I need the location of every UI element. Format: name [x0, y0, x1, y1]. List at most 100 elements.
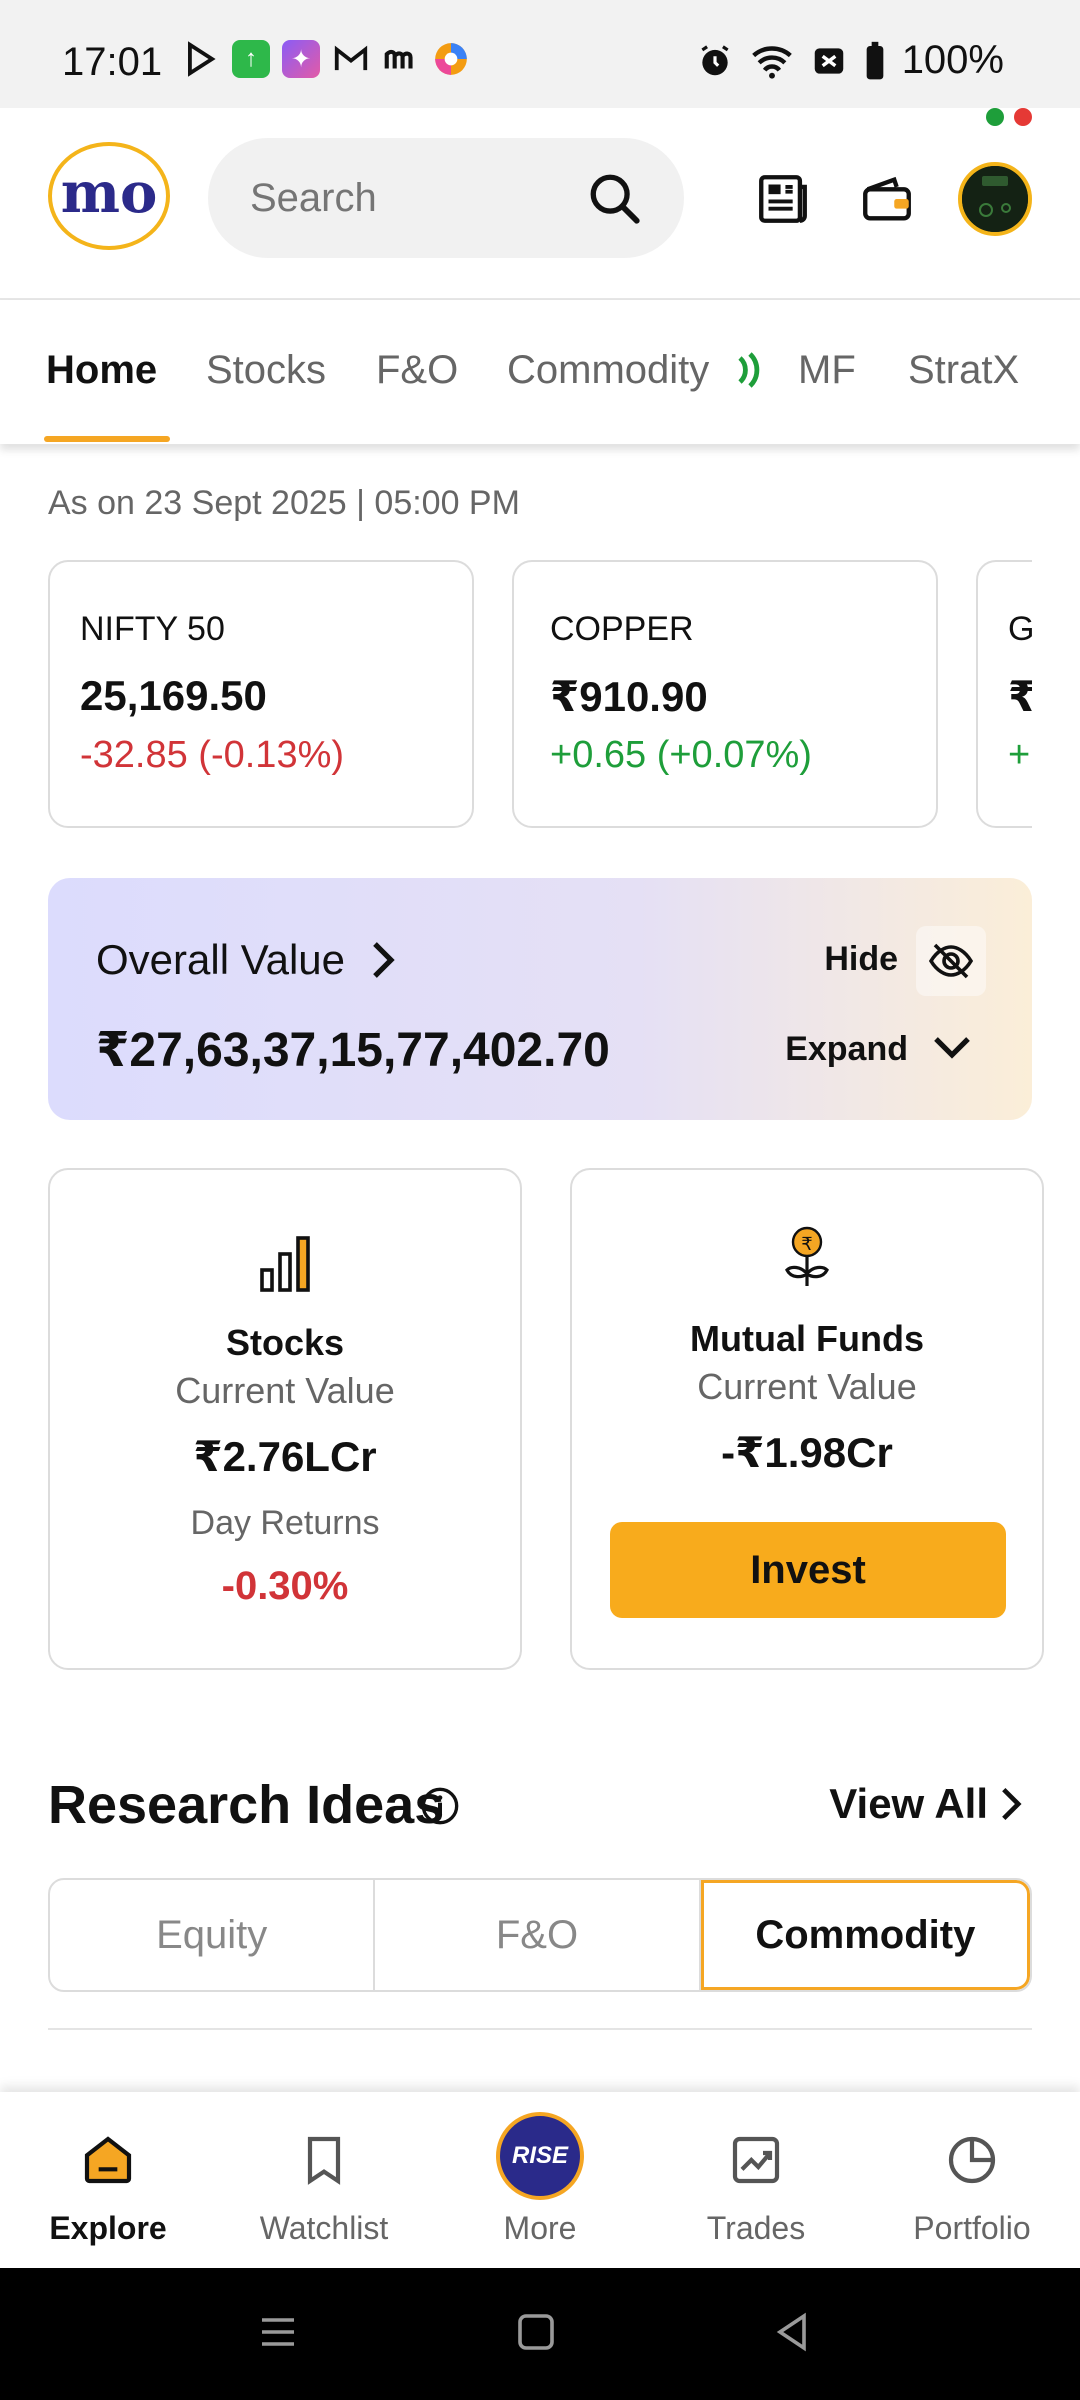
upload-app-icon: ↑ [232, 40, 270, 78]
nav-label: More [503, 2210, 577, 2246]
segment-fno[interactable]: F&O [375, 1880, 701, 1990]
top-tabs: Home Stocks F&O Commodity MF StratX [0, 300, 1080, 444]
money-plant-icon: ₹ [785, 1226, 829, 1286]
ticker-change: + [1008, 734, 1031, 776]
bar-chart-icon [260, 1236, 310, 1292]
stocks-card[interactable]: Stocks Current Value ₹2.76LCr Day Return… [48, 1168, 522, 1670]
nav-trades[interactable]: Trades [648, 2092, 864, 2268]
research-segment-control: Equity F&O Commodity [48, 1878, 1032, 1992]
ticker-name: NIFTY 50 [80, 610, 225, 648]
ticker-change: -32.85 (-0.13%) [80, 734, 345, 776]
overall-value-card[interactable]: Overall Value ₹27,63,37,15,77,402.70 Hid… [48, 878, 1032, 1120]
ticker-name: G [1008, 610, 1032, 648]
ticker-price: ₹910.90 [550, 673, 708, 720]
messenger-icon: ✦ [282, 40, 320, 78]
nav-explore[interactable]: Explore [0, 2092, 216, 2268]
mf-current-value: -₹1.98Cr [721, 1429, 893, 1476]
alert-status-dot [1014, 108, 1032, 126]
trades-chart-icon [732, 2136, 780, 2184]
ticker-card[interactable]: COPPER ₹910.90 +0.65 (+0.07%) [512, 560, 938, 828]
tab-stratx[interactable]: StratX [908, 348, 1019, 393]
stocks-title: Stocks [225, 1322, 345, 1363]
segment-equity[interactable]: Equity [50, 1880, 376, 1990]
nav-label: Explore [49, 2210, 167, 2246]
search-bar[interactable] [208, 138, 684, 258]
svg-text:₹: ₹ [801, 1234, 812, 1255]
chevron-down-icon[interactable] [932, 1032, 972, 1062]
chevron-right-icon[interactable] [366, 940, 400, 980]
status-bar: 17:01 ↑ ✦ 100% [0, 0, 1080, 108]
mf-current-label: Current Value [697, 1366, 917, 1407]
ticker-strip: NIFTY 50 25,169.50 -32.85 (-0.13%) COPPE… [48, 560, 1032, 830]
wifi-icon [751, 45, 792, 79]
search-icon[interactable] [586, 170, 644, 228]
stocks-current-value: ₹2.76LCr [193, 1433, 377, 1480]
app-header: mo [0, 108, 1080, 300]
battery-icon [866, 41, 884, 79]
logo-text: mo [60, 160, 158, 226]
ticker-change: +0.65 (+0.07%) [550, 734, 812, 776]
alarm-icon [701, 44, 729, 75]
active-tab-indicator [44, 436, 170, 442]
recents-icon[interactable] [258, 2312, 298, 2352]
battery-percent: 100% [901, 38, 1004, 82]
home-button-icon[interactable] [516, 2312, 556, 2352]
nav-label: Trades [706, 2210, 806, 2246]
system-status: 100% [696, 38, 1004, 83]
ticker-name: COPPER [550, 610, 694, 648]
tab-home[interactable]: Home [46, 348, 157, 393]
tab-commodity[interactable]: Commodity [507, 348, 709, 393]
system-nav-bar [0, 2268, 1080, 2400]
hide-button[interactable]: Hide [824, 940, 898, 979]
overall-value-amount: ₹27,63,37,15,77,402.70 [96, 1024, 610, 1077]
section-divider [48, 2028, 1032, 2030]
m-app-icon [384, 49, 413, 69]
eye-off-icon [928, 943, 974, 979]
nav-watchlist[interactable]: Watchlist [216, 2092, 432, 2268]
day-returns-value: -0.30% [221, 1564, 349, 1608]
chevron-right-icon[interactable] [998, 1786, 1024, 1822]
invest-button[interactable]: Invest [610, 1522, 1006, 1618]
as-on-timestamp: As on 23 Sept 2025 | 05:00 PM [48, 484, 520, 522]
info-icon[interactable] [420, 1786, 460, 1826]
app-logo[interactable]: mo [48, 142, 170, 250]
tab-fno[interactable]: F&O [376, 348, 458, 393]
avatar-image [962, 166, 1028, 232]
ticker-card[interactable]: G ₹ + [976, 560, 1032, 828]
avatar[interactable] [958, 162, 1032, 236]
back-icon[interactable] [772, 2312, 812, 2352]
segment-commodity[interactable]: Commodity [700, 1880, 1030, 1990]
nav-more[interactable]: RISE More [432, 2092, 648, 2268]
browser-app-icon [435, 43, 467, 75]
expand-button[interactable]: Expand [785, 1030, 908, 1069]
stocks-current-label: Current Value [175, 1370, 395, 1411]
news-icon[interactable] [754, 170, 812, 228]
notification-icons: ↑ ✦ [182, 40, 470, 78]
view-all-link[interactable]: View All [829, 1780, 988, 1828]
mutual-funds-card[interactable]: ₹ Mutual Funds Current Value -₹1.98Cr In… [570, 1168, 1044, 1670]
live-signal-icon [738, 352, 760, 388]
bookmark-icon [307, 2136, 341, 2185]
tab-stocks[interactable]: Stocks [206, 348, 326, 393]
tab-mf[interactable]: MF [798, 348, 856, 393]
bottom-nav: Explore Watchlist RISE More Trades Portf… [0, 2092, 1080, 2268]
ticker-card[interactable]: NIFTY 50 25,169.50 -32.85 (-0.13%) [48, 560, 474, 828]
rise-badge-icon: RISE [496, 2112, 584, 2200]
ticker-price: 25,169.50 [80, 672, 267, 719]
overall-value-label: Overall Value [96, 936, 346, 983]
eye-off-button[interactable] [916, 926, 986, 996]
search-input[interactable] [250, 170, 570, 226]
nav-label: Watchlist [259, 2210, 389, 2246]
nav-portfolio[interactable]: Portfolio [864, 2092, 1080, 2268]
gmail-icon [334, 45, 368, 71]
pie-chart-icon [948, 2136, 996, 2184]
day-returns-label: Day Returns [190, 1504, 380, 1542]
play-store-icon [188, 41, 216, 77]
online-status-dot [986, 108, 1004, 126]
home-icon [84, 2136, 132, 2184]
mf-title: Mutual Funds [690, 1318, 924, 1359]
status-time: 17:01 [62, 40, 163, 84]
wallet-icon[interactable] [858, 170, 916, 228]
research-ideas-title: Research Ideas [48, 1775, 445, 1835]
no-sim-icon [814, 47, 843, 74]
